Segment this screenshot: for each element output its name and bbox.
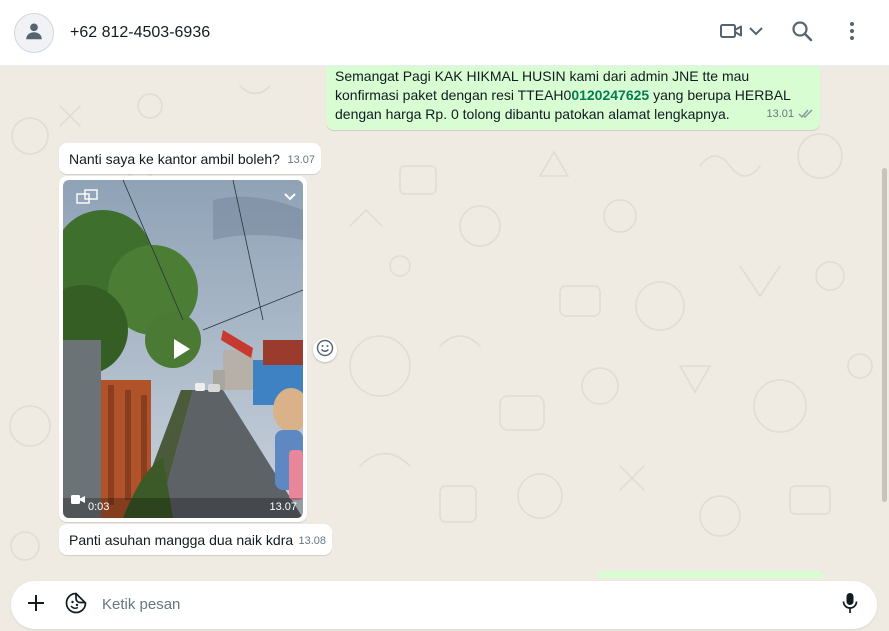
react-button[interactable] bbox=[313, 338, 337, 362]
person-avatar-icon bbox=[23, 20, 45, 47]
sticker-icon bbox=[65, 592, 87, 619]
message-outgoing[interactable]: Semangat Pagi KAK HIKMAL HUSIN kami dari… bbox=[326, 66, 820, 130]
video-duration: 0:03 bbox=[88, 501, 110, 513]
message-text: Semangat Pagi KAK HIKMAL HUSIN kami dari… bbox=[335, 68, 791, 122]
message-input[interactable]: Ketik pesan bbox=[102, 596, 180, 613]
chevron-down-icon[interactable] bbox=[283, 189, 297, 207]
video-thumbnail[interactable]: 0:03 13.07 bbox=[63, 180, 303, 518]
message-time: 13.08 bbox=[298, 535, 326, 547]
message-text: Panti asuhan mangga dua naik kdra bbox=[69, 532, 294, 548]
play-icon[interactable] bbox=[171, 337, 193, 366]
read-receipt-icon bbox=[798, 105, 814, 124]
message-text: Nanti saya ke kantor ambil boleh? bbox=[69, 151, 280, 167]
message-outgoing-partial[interactable] bbox=[596, 571, 825, 578]
call-options-dropdown[interactable] bbox=[744, 19, 768, 47]
contact-avatar[interactable] bbox=[14, 13, 54, 53]
search-icon bbox=[791, 20, 813, 47]
video-call-button[interactable] bbox=[716, 19, 746, 47]
contact-name[interactable]: +62 812-4503-6936 bbox=[70, 24, 210, 42]
plus-icon bbox=[27, 594, 45, 617]
voice-message-button[interactable] bbox=[837, 592, 863, 618]
message-composer: Ketik pesan bbox=[11, 581, 877, 629]
video-message[interactable]: 0:03 13.07 bbox=[59, 176, 307, 522]
chevron-down-icon bbox=[748, 24, 764, 42]
tracking-number-link[interactable]: 0120247625 bbox=[571, 87, 649, 103]
menu-button[interactable] bbox=[838, 19, 866, 47]
view-once-icon bbox=[76, 189, 98, 210]
sticker-button[interactable] bbox=[63, 592, 89, 618]
message-time: 13.07 bbox=[287, 154, 315, 166]
more-vertical-icon bbox=[849, 21, 855, 46]
microphone-icon bbox=[842, 592, 858, 619]
chat-scrollbar[interactable] bbox=[882, 168, 887, 502]
message-time: 13.01 bbox=[766, 108, 794, 120]
video-call-icon bbox=[719, 21, 743, 46]
video-camera-icon bbox=[70, 492, 86, 510]
message-time: 13.07 bbox=[269, 501, 297, 513]
chat-header: +62 812-4503-6936 bbox=[0, 0, 889, 66]
smiley-icon bbox=[316, 339, 334, 362]
attach-button[interactable] bbox=[23, 592, 49, 618]
message-incoming[interactable]: Nanti saya ke kantor ambil boleh? 13.07 bbox=[59, 143, 321, 174]
message-incoming[interactable]: Panti asuhan mangga dua naik kdra 13.08 bbox=[59, 524, 332, 555]
search-button[interactable] bbox=[788, 19, 816, 47]
